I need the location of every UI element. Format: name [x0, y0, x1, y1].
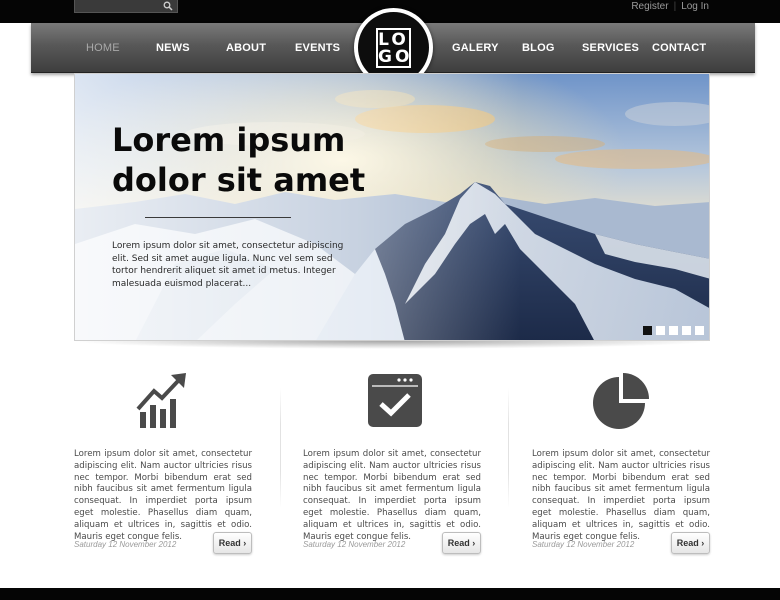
- hero-shadow: [70, 341, 714, 349]
- logo-frame: LO GO: [376, 28, 411, 68]
- hero-description: Lorem ipsum dolor sit amet, consectetur …: [112, 241, 344, 289]
- nav-home[interactable]: HOME: [86, 42, 120, 54]
- read-button[interactable]: Read ›: [671, 532, 710, 554]
- chevron-right-icon: ›: [243, 538, 247, 548]
- nav-contact[interactable]: CONTACT: [652, 42, 706, 54]
- chevron-right-icon: ›: [701, 538, 705, 548]
- nav-services[interactable]: SERVICES: [582, 42, 639, 54]
- hero-divider: [145, 217, 291, 218]
- feature-text: Lorem ipsum dolor sit amet, consectetur …: [74, 449, 252, 542]
- feature-column-2: Lorem ipsum dolor sit amet, consectetur …: [303, 365, 481, 565]
- read-button-label: Read: [676, 538, 699, 548]
- search-box[interactable]: [74, 0, 178, 13]
- browser-check-icon: [368, 374, 422, 427]
- nav-news[interactable]: NEWS: [156, 42, 190, 54]
- feature-column-1: Lorem ipsum dolor sit amet, consectetur …: [74, 365, 252, 565]
- chevron-right-icon: ›: [472, 538, 476, 548]
- slide-dot-2[interactable]: [656, 326, 665, 335]
- column-divider: [280, 388, 281, 508]
- hero-title-line1: Lorem ipsum: [112, 121, 346, 159]
- nav-about[interactable]: ABOUT: [226, 42, 266, 54]
- post-date: Saturday 12 November 2012: [532, 540, 635, 549]
- search-input[interactable]: [77, 0, 161, 12]
- slide-dot-4[interactable]: [682, 326, 691, 335]
- nav-galery[interactable]: GALERY: [452, 42, 499, 54]
- read-button-label: Read: [218, 538, 241, 548]
- slide-dot-5[interactable]: [695, 326, 704, 335]
- search-icon[interactable]: [163, 1, 173, 11]
- feature-text: Lorem ipsum dolor sit amet, consectetur …: [303, 449, 481, 542]
- footer-bar: [0, 588, 780, 600]
- read-button[interactable]: Read ›: [442, 532, 481, 554]
- post-date: Saturday 12 November 2012: [74, 540, 177, 549]
- register-link[interactable]: Register: [631, 1, 668, 12]
- hero-slider: Lorem ipsum dolor sit amet Lorem ipsum d…: [74, 73, 710, 341]
- feature-column-3: Lorem ipsum dolor sit amet, consectetur …: [532, 365, 710, 565]
- feature-text: Lorem ipsum dolor sit amet, consectetur …: [532, 449, 710, 542]
- chart-growth-icon: [136, 373, 186, 428]
- hero-mountain-image: [75, 74, 709, 340]
- account-links: Register | Log In: [631, 1, 709, 12]
- nav-blog[interactable]: BLOG: [522, 42, 555, 54]
- hero-title: Lorem ipsum dolor sit amet: [112, 120, 412, 200]
- logo-text-line2: GO: [378, 47, 413, 67]
- nav-events[interactable]: EVENTS: [295, 42, 340, 54]
- login-link[interactable]: Log In: [681, 1, 709, 12]
- post-date: Saturday 12 November 2012: [303, 540, 406, 549]
- column-divider: [508, 388, 509, 508]
- slide-dot-3[interactable]: [669, 326, 678, 335]
- read-button-label: Read: [447, 538, 470, 548]
- pie-chart-icon: [593, 373, 649, 429]
- link-separator: |: [673, 1, 677, 12]
- slider-pagination: [643, 326, 704, 335]
- hero-title-line2: dolor sit amet: [112, 161, 366, 199]
- read-button[interactable]: Read ›: [213, 532, 252, 554]
- slide-dot-1[interactable]: [643, 326, 652, 335]
